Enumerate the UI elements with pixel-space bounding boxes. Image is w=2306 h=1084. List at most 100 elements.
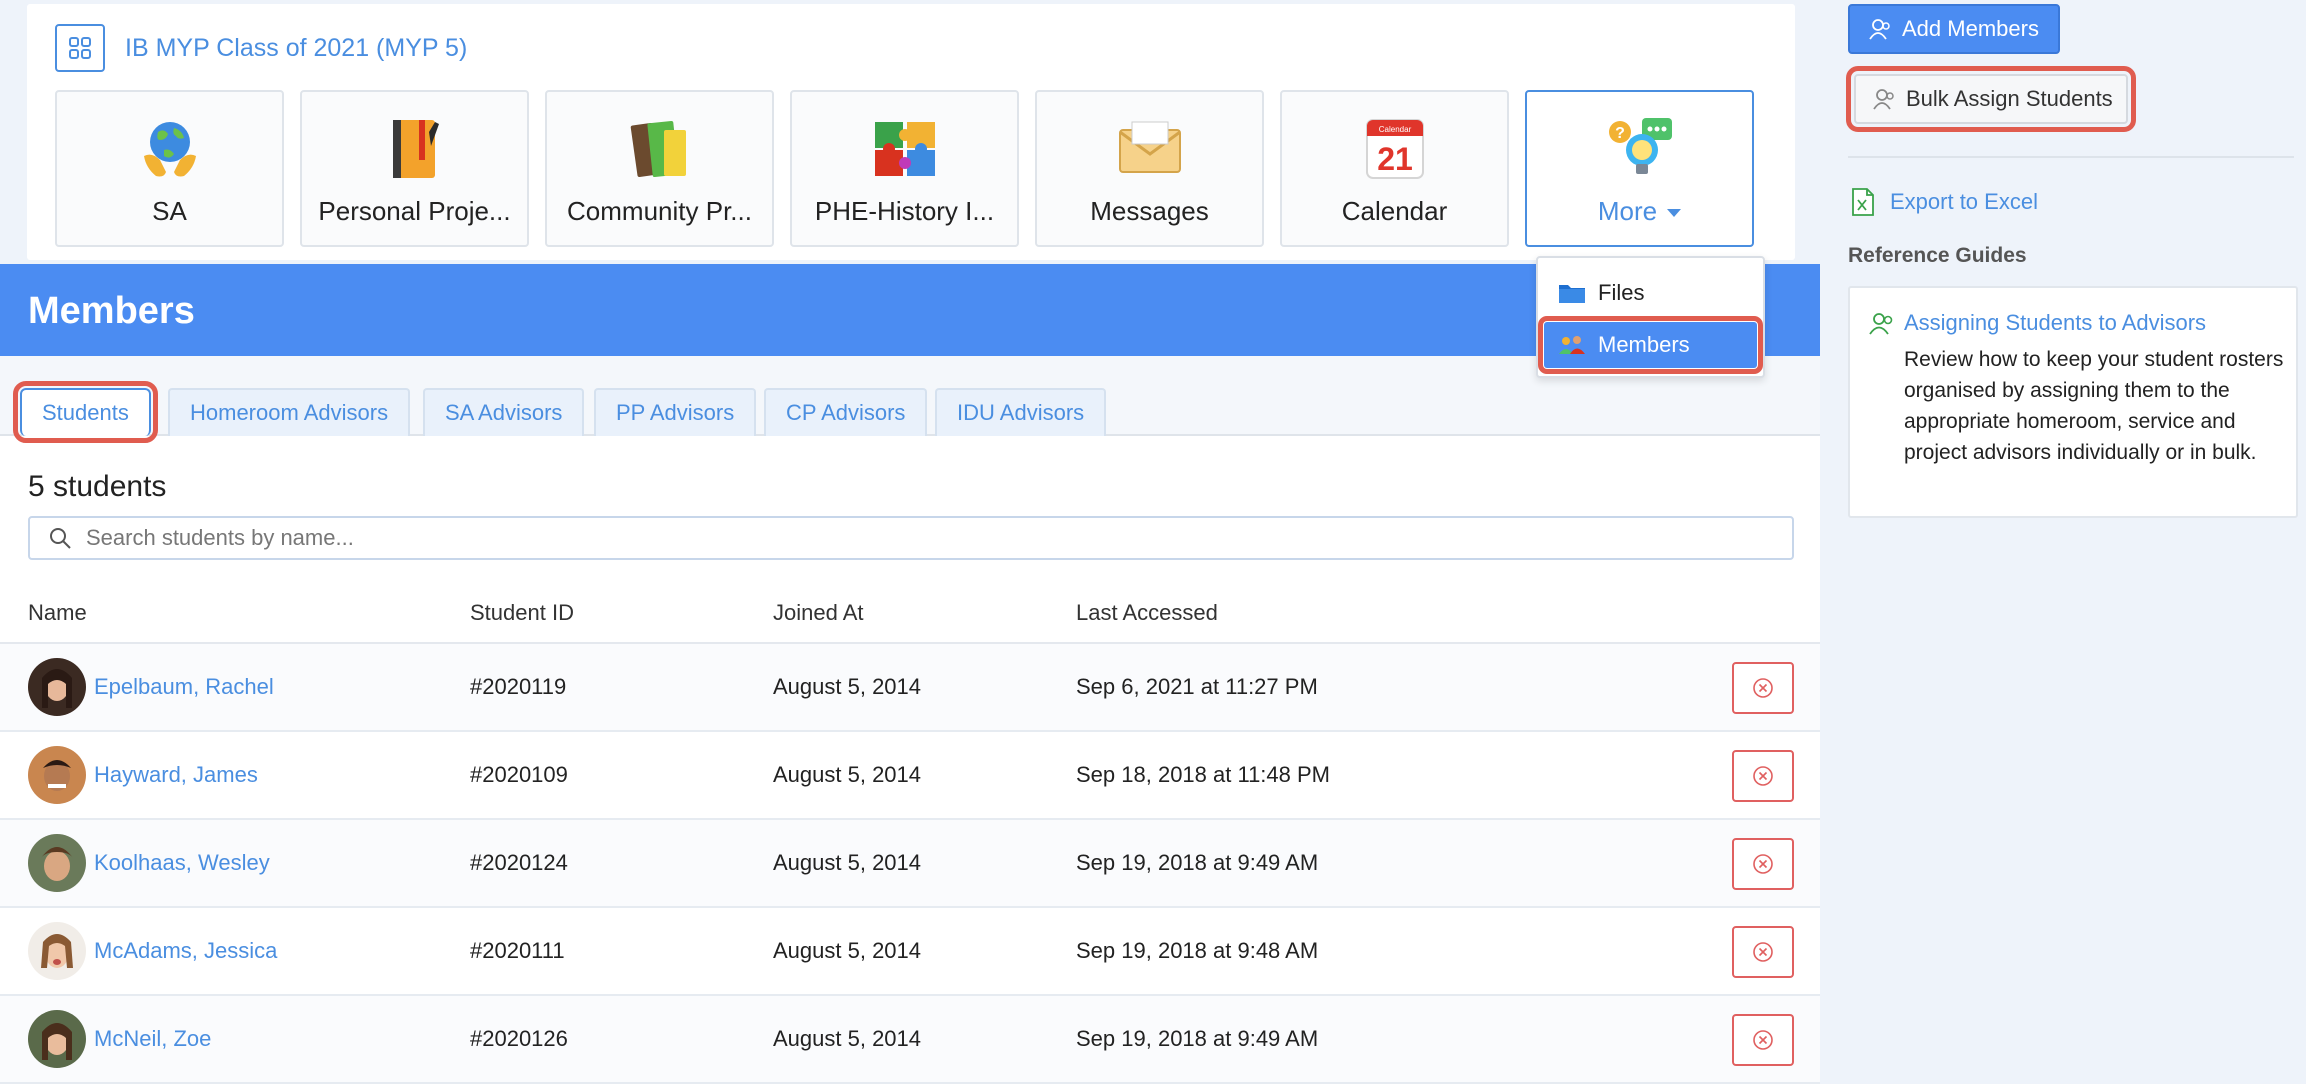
add-user-icon [1869,19,1890,40]
search-icon [50,528,71,549]
student-id: #2020124 [470,850,568,875]
student-id: #2020111 [470,938,565,963]
reference-guide-card: Assigning Students to Advisors Review ho… [1848,286,2298,518]
avatar[interactable] [28,1010,86,1068]
student-name-link[interactable]: Koolhaas, Wesley [94,850,270,876]
avatar[interactable] [28,834,86,892]
guide-title-link[interactable]: Assigning Students to Advisors [1904,310,2206,336]
add-members-button[interactable]: Add Members [1848,4,2060,54]
export-label: Export to Excel [1890,189,2038,214]
tool-label: Personal Proje... [318,196,511,226]
more-text: More [1597,196,1658,226]
student-name-link[interactable]: McAdams, Jessica [94,938,277,964]
last-accessed: Sep 19, 2018 at 9:49 AM [1076,850,1319,875]
globe-hands-icon [143,122,196,177]
bulk-assign-students-button[interactable]: Bulk Assign Students [1846,66,2136,132]
tab-students[interactable]: Students [13,381,158,443]
student-id: #2020126 [470,1026,568,1051]
group-card: IB MYP Class of 2021 (MYP 5) SA Personal… [27,4,1795,260]
search-input[interactable] [86,525,1686,551]
tool-calendar[interactable]: Calendar 21 Calendar [1280,90,1509,247]
group-title[interactable]: IB MYP Class of 2021 (MYP 5) [125,34,467,63]
lightbulb-chat-icon: ? [1608,118,1672,174]
right-sidebar: Add Members Bulk Assign Students Export … [1846,0,2306,1084]
more-label: More [1597,196,1682,227]
last-accessed: Sep 19, 2018 at 9:48 AM [1076,938,1319,963]
column-header-student-id: Student ID [470,600,574,625]
tool-community-project[interactable]: Community Pr... [545,90,774,247]
notebook-icon [392,120,439,178]
svg-text:?: ? [1615,125,1625,142]
main-column: IB MYP Class of 2021 (MYP 5) SA Personal… [0,0,1820,1084]
envelope-icon [1118,121,1181,173]
student-name-link[interactable]: Hayward, James [94,762,258,788]
menu-item-files[interactable]: Files [1538,270,1763,316]
group-header: IB MYP Class of 2021 (MYP 5) [55,24,467,72]
remove-circle-icon [1753,766,1773,786]
menu-item-members[interactable]: Members [1538,316,1763,374]
tab-cp-advisors[interactable]: CP Advisors [764,388,928,436]
members-panel: Students Homeroom Advisors SA Advisors P… [0,356,1820,1084]
export-to-excel-link[interactable]: Export to Excel [1848,188,2038,216]
remove-circle-icon [1753,942,1773,962]
folder-icon [1559,285,1585,303]
remove-student-button[interactable] [1732,750,1794,802]
calendar-header-text: Calendar [1378,125,1411,134]
calendar-day-text: 21 [1377,141,1413,177]
joined-at: August 5, 2014 [773,1026,922,1051]
student-name-link[interactable]: McNeil, Zoe [94,1026,211,1052]
table-row: Hayward, James #2020109 August 5, 2014 S… [0,732,1820,820]
menu-item-label: Members [1598,332,1690,357]
tab-homeroom-advisors[interactable]: Homeroom Advisors [168,388,411,436]
column-header-name: Name [28,600,87,625]
search-box [28,516,1794,560]
tab-idu-advisors[interactable]: IDU Advisors [935,388,1107,436]
tab-pp-advisors[interactable]: PP Advisors [594,388,757,436]
remove-student-button[interactable] [1732,926,1794,978]
page-title: Members [28,290,195,332]
table-row: Epelbaum, Rachel #2020119 August 5, 2014… [0,644,1820,732]
joined-at: August 5, 2014 [773,762,922,787]
last-accessed: Sep 6, 2021 at 11:27 PM [1076,674,1318,699]
excel-file-icon [1852,188,1874,216]
tool-sa[interactable]: SA [55,90,284,247]
apps-grid-button[interactable] [55,24,105,72]
joined-at: August 5, 2014 [773,938,922,963]
tool-label: Calendar [1341,196,1448,226]
more-dropdown-menu: Files Members [1536,256,1765,378]
tab-sa-advisors[interactable]: SA Advisors [423,388,585,436]
remove-circle-icon [1753,1030,1773,1050]
student-id: #2020119 [470,674,567,699]
table-row: McAdams, Jessica #2020111 August 5, 2014… [0,908,1820,996]
tool-phe-history[interactable]: PHE-History I... [790,90,1019,247]
reference-guides-heading: Reference Guides [1848,244,2027,267]
tool-label: SA [152,196,187,226]
remove-student-button[interactable] [1732,1014,1794,1066]
tool-tiles: SA Personal Proje... Community Pr... PHE… [55,90,1754,247]
last-accessed: Sep 18, 2018 at 11:48 PM [1076,762,1330,787]
joined-at: August 5, 2014 [773,674,922,699]
joined-at: August 5, 2014 [773,850,922,875]
caret-down-icon [1667,209,1682,218]
menu-item-label: Files [1598,280,1645,305]
people-icon [1559,336,1585,354]
users-icon [1873,89,1894,110]
student-id: #2020109 [470,762,568,787]
remove-student-button[interactable] [1732,662,1794,714]
avatar[interactable] [28,746,86,804]
puzzle-icon [874,122,935,176]
avatar[interactable] [28,658,86,716]
remove-student-button[interactable] [1732,838,1794,890]
guide-description: Review how to keep your student rosters … [1904,348,2284,464]
student-count: 5 students [28,470,167,503]
tool-personal-project[interactable]: Personal Proje... [300,90,529,247]
bulk-assign-label: Bulk Assign Students [1906,86,2113,111]
sidebar-divider [1848,156,2294,158]
tool-messages[interactable]: Messages [1035,90,1264,247]
tool-label: PHE-History I... [814,196,995,226]
tool-more[interactable]: ? More [1525,90,1754,247]
grid-icon [69,37,91,59]
avatar[interactable] [28,922,86,980]
student-name-link[interactable]: Epelbaum, Rachel [94,674,274,700]
table-row: Koolhaas, Wesley #2020124 August 5, 2014… [0,820,1820,908]
